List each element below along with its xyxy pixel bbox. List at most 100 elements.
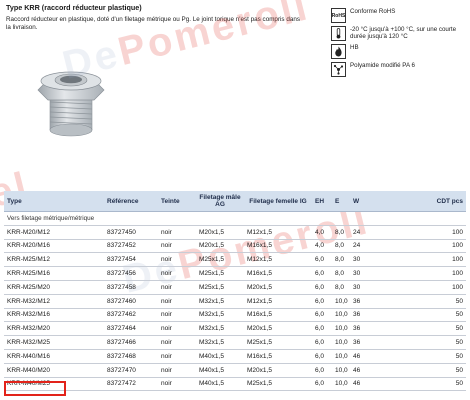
cell-cdt: 50 (410, 377, 466, 392)
molecule-icon (331, 62, 346, 77)
table-row: KRR-M32/M20 83727464 noir M32x1,5 M20x1,5 6,0… (4, 321, 466, 337)
highlight-box (4, 381, 66, 396)
cell-filetage-femelle: M12x1,5 (244, 252, 312, 268)
cell-w: 24 (350, 239, 410, 254)
cell-eh: 6,0 (312, 280, 332, 295)
cell-e: 8,0 (332, 266, 350, 281)
cell-type: KRR-M40/M20 (4, 363, 104, 378)
cell-cdt: 50 (410, 349, 466, 364)
header-w: W (350, 191, 410, 212)
cell-filetage-male: M40x1,5 (196, 349, 244, 364)
cell-reference: 83727460 (104, 294, 158, 309)
cell-type: KRR-M25/M20 (4, 280, 104, 295)
cell-filetage-male: M20x1,5 (196, 239, 244, 254)
cell-w: 36 (350, 335, 410, 350)
cell-eh: 4,0 (312, 225, 332, 240)
property-temperature: -20 °C jusqu'à +100 °C, sur une courte d… (331, 26, 466, 41)
table-row: KRR-M40/M25 83727472 noir M40x1,5 M25x1,5 6,0… (4, 377, 466, 392)
cell-filetage-male: M25x1,5 (196, 266, 244, 281)
cell-w: 24 (350, 225, 410, 240)
cell-filetage-femelle: M12x1,5 (244, 225, 312, 240)
table-row: KRR-M25/M16 83727456 noir M25x1,5 M16x1,5 6,0… (4, 266, 466, 281)
cell-reference: 83727458 (104, 280, 158, 295)
cell-teinte: noir (158, 308, 196, 323)
cell-eh: 6,0 (312, 349, 332, 364)
cell-teinte: noir (158, 335, 196, 350)
reducer-product-image (37, 71, 105, 137)
property-text: Conforme RoHS (350, 8, 396, 15)
cell-reference: 83727452 (104, 239, 158, 254)
cell-w: 46 (350, 377, 410, 392)
cell-type: KRR-M32/M16 (4, 308, 104, 323)
cell-eh: 6,0 (312, 363, 332, 378)
cell-e: 8,0 (332, 239, 350, 254)
cell-w: 36 (350, 294, 410, 309)
cell-w: 30 (350, 266, 410, 281)
cell-type: KRR-M32/M12 (4, 294, 104, 309)
cell-filetage-femelle: M12x1,5 (244, 294, 312, 309)
cell-eh: 6,0 (312, 377, 332, 392)
cell-filetage-femelle: M16x1,5 (244, 266, 312, 281)
header-teinte: Teinte (158, 191, 196, 212)
cell-reference: 83727454 (104, 252, 158, 268)
cell-cdt: 50 (410, 321, 466, 337)
cell-cdt: 100 (410, 252, 466, 268)
property-text: Polyamide modifié PA 6 (350, 62, 415, 69)
group-label: Vers filetage métrique/métrique (4, 211, 466, 226)
table-row: KRR-M40/M16 83727468 noir M40x1,5 M16x1,5 6,0… (4, 349, 466, 364)
cell-eh: 6,0 (312, 266, 332, 281)
cell-filetage-male: M40x1,5 (196, 363, 244, 378)
cell-type: KRR-M20/M12 (4, 225, 104, 240)
cell-reference: 83727470 (104, 363, 158, 378)
table-row: KRR-M32/M25 83727466 noir M32x1,5 M25x1,5 6,0… (4, 335, 466, 350)
properties-list: RoHS Conforme RoHS -20 °C jusqu'à +100 °… (331, 8, 466, 80)
cell-teinte: noir (158, 363, 196, 378)
cell-teinte: noir (158, 280, 196, 295)
cell-cdt: 50 (410, 308, 466, 323)
table-row: KRR-M32/M12 83727460 noir M32x1,5 M12x1,5 6,0… (4, 294, 466, 309)
table-group-row: Vers filetage métrique/métrique (4, 211, 466, 226)
cell-cdt: 100 (410, 266, 466, 281)
cell-w: 30 (350, 252, 410, 268)
property-flammability: HB (331, 44, 466, 59)
cell-filetage-male: M25x1,5 (196, 252, 244, 268)
cell-filetage-femelle: M20x1,5 (244, 363, 312, 378)
table-row: KRR-M25/M12 83727454 noir M25x1,5 M12x1,5 6,0… (4, 252, 466, 268)
cell-e: 10,0 (332, 363, 350, 378)
header-type: Type (4, 191, 104, 212)
header-filetage-male: Filetage mâle AG (196, 191, 244, 212)
cell-cdt: 100 (410, 280, 466, 295)
header-eh: EH (312, 191, 332, 212)
cell-filetage-femelle: M20x1,5 (244, 321, 312, 337)
cell-teinte: noir (158, 377, 196, 392)
cell-filetage-male: M32x1,5 (196, 294, 244, 309)
cell-eh: 4,0 (312, 239, 332, 254)
cell-type: KRR-M20/M16 (4, 239, 104, 254)
cell-filetage-femelle: M25x1,5 (244, 335, 312, 350)
table-row: KRR-M25/M20 83727458 noir M25x1,5 M20x1,5 6,0… (4, 280, 466, 295)
cell-teinte: noir (158, 321, 196, 337)
cell-teinte: noir (158, 239, 196, 254)
cell-filetage-male: M32x1,5 (196, 321, 244, 337)
cell-reference: 83727450 (104, 225, 158, 240)
cell-e: 10,0 (332, 377, 350, 392)
cell-reference: 83727468 (104, 349, 158, 364)
cell-e: 8,0 (332, 252, 350, 268)
cell-filetage-femelle: M25x1,5 (244, 377, 312, 392)
header-cdt: CDT pcs (410, 191, 466, 212)
header-filetage-femelle: Filetage femelle IG (244, 191, 312, 212)
cell-reference: 83727464 (104, 321, 158, 337)
cell-filetage-femelle: M16x1,5 (244, 308, 312, 323)
cell-reference: 83727472 (104, 377, 158, 392)
cell-type: KRR-M25/M16 (4, 266, 104, 281)
cell-filetage-male: M32x1,5 (196, 308, 244, 323)
cell-filetage-male: M20x1,5 (196, 225, 244, 240)
cell-type: KRR-M32/M20 (4, 321, 104, 337)
cell-w: 46 (350, 363, 410, 378)
cell-eh: 6,0 (312, 321, 332, 337)
cell-e: 10,0 (332, 321, 350, 337)
table-row: KRR-M32/M16 83727462 noir M32x1,5 M16x1,5 6,0… (4, 308, 466, 323)
cell-eh: 6,0 (312, 308, 332, 323)
cell-reference: 83727456 (104, 266, 158, 281)
cell-e: 8,0 (332, 280, 350, 295)
